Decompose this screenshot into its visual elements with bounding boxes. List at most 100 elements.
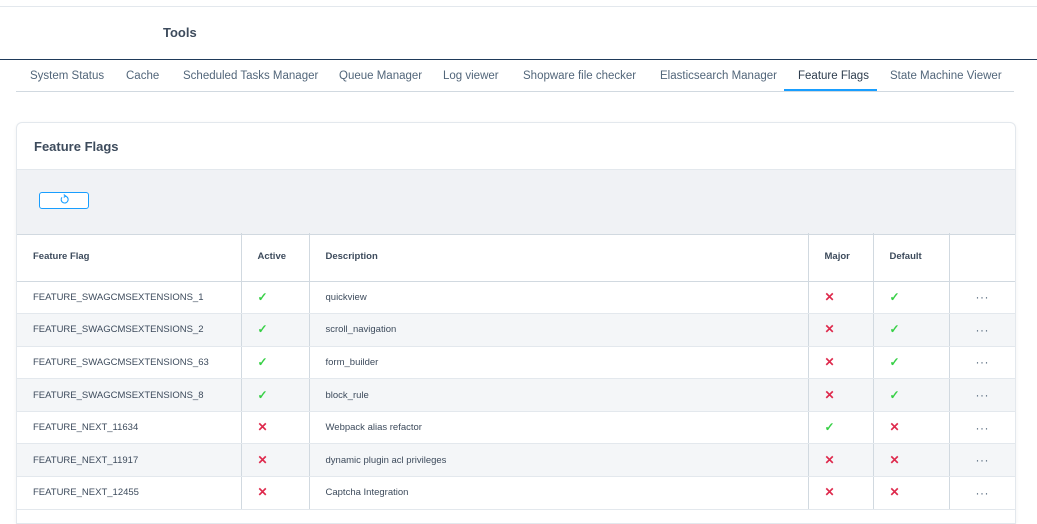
checkmark-icon: ✓	[824, 420, 835, 435]
cell-major: ✕	[808, 313, 874, 347]
cell-active: ✕	[241, 443, 310, 478]
cell-major: ✓	[808, 411, 874, 445]
page-header: Tools	[0, 7, 1037, 60]
cell-description: Captcha Integration	[309, 476, 809, 510]
cell-major: ✕	[808, 281, 874, 315]
table-row: FEATURE_NEXT_11634 ✕ Webpack alias refacto…	[17, 411, 1015, 445]
cell-feature-flag: FEATURE_NEXT_12455	[17, 476, 242, 510]
tab-log-viewer[interactable]: Log viewer	[443, 62, 499, 91]
cell-description: quickview	[309, 281, 809, 315]
context-menu-button[interactable]: ···	[976, 486, 990, 500]
cell-description: scroll_navigation	[309, 313, 809, 347]
cell-active: ✓	[241, 378, 310, 412]
page-title: Tools	[163, 25, 197, 40]
checkmark-icon: ✓	[257, 387, 268, 402]
context-menu-button[interactable]: ···	[976, 421, 990, 435]
cross-icon: ✕	[889, 452, 900, 467]
cell-actions: ···	[948, 281, 1015, 315]
cross-icon: ✕	[824, 354, 835, 369]
table-row: FEATURE_SWAGCMSEXTENSIONS_63 ✓ form_builde…	[17, 346, 1015, 380]
column-header-default[interactable]: Default	[873, 233, 950, 282]
cell-feature-flag: FEATURE_NEXT_11634	[17, 411, 242, 445]
context-menu-button[interactable]: ···	[976, 290, 990, 304]
cross-icon: ✕	[257, 420, 268, 435]
refresh-button[interactable]	[39, 192, 89, 209]
tab-system-status[interactable]: System Status	[30, 62, 104, 91]
cross-icon: ✕	[257, 452, 268, 467]
cell-description: block_rule	[309, 378, 809, 412]
cell-active: ✕	[241, 476, 310, 510]
table-row: FEATURE_NEXT_12455 ✕ Captcha Integration ✕ ✕…	[17, 476, 1015, 510]
cell-default: ✕	[873, 411, 950, 445]
checkmark-icon: ✓	[889, 354, 900, 369]
cell-actions: ···	[948, 313, 1015, 347]
column-header-major[interactable]: Major	[808, 233, 874, 282]
cross-icon: ✕	[824, 322, 835, 337]
cell-feature-flag: FEATURE_NEXT_11917	[17, 443, 242, 478]
tab-cache[interactable]: Cache	[126, 62, 159, 91]
checkmark-icon: ✓	[257, 322, 268, 337]
card-title: Feature Flags	[34, 139, 119, 154]
cell-description: Webpack alias refactor	[309, 411, 809, 445]
cross-icon: ✕	[889, 485, 900, 500]
cell-actions: ···	[948, 378, 1015, 412]
tab-bar: System Status Cache Scheduled Tasks Mana…	[16, 62, 1014, 92]
cell-active: ✓	[241, 313, 310, 347]
table-row: FEATURE_SWAGCMSEXTENSIONS_2 ✓ scroll_navig…	[17, 313, 1015, 347]
context-menu-button[interactable]: ···	[976, 323, 990, 337]
cross-icon: ✕	[824, 289, 835, 304]
cell-default: ✓	[873, 378, 950, 412]
context-menu-button[interactable]: ···	[976, 388, 990, 402]
cell-active: ✓	[241, 346, 310, 380]
cell-major: ✕	[808, 476, 874, 510]
cell-actions: ···	[948, 346, 1015, 380]
checkmark-icon: ✓	[889, 387, 900, 402]
cross-icon: ✕	[889, 420, 900, 435]
feature-flags-table: Feature Flag Active Description Major De…	[17, 233, 1015, 510]
cell-default: ✓	[873, 346, 950, 380]
cell-description: form_builder	[309, 346, 809, 380]
column-header-feature-flag[interactable]: Feature Flag	[17, 233, 242, 282]
cell-active: ✓	[241, 281, 310, 315]
tab-queue-manager[interactable]: Queue Manager	[339, 62, 422, 91]
checkmark-icon: ✓	[257, 354, 268, 369]
cross-icon: ✕	[824, 452, 835, 467]
column-header-description[interactable]: Description	[309, 233, 809, 282]
checkmark-icon: ✓	[889, 322, 900, 337]
cell-feature-flag: FEATURE_SWAGCMSEXTENSIONS_8	[17, 378, 242, 412]
table-header-row: Feature Flag Active Description Major De…	[17, 233, 1015, 282]
context-menu-button[interactable]: ···	[976, 355, 990, 369]
tab-feature-flags[interactable]: Feature Flags	[784, 62, 877, 91]
cross-icon: ✕	[257, 485, 268, 500]
cell-description: dynamic plugin acl privileges	[309, 443, 809, 478]
cross-icon: ✕	[824, 387, 835, 402]
cell-major: ✕	[808, 346, 874, 380]
cell-feature-flag: FEATURE_SWAGCMSEXTENSIONS_2	[17, 313, 242, 347]
column-header-active[interactable]: Active	[241, 233, 310, 282]
tab-elasticsearch-manager[interactable]: Elasticsearch Manager	[660, 62, 777, 91]
cell-default: ✕	[873, 476, 950, 510]
tab-scheduled-tasks-manager[interactable]: Scheduled Tasks Manager	[183, 62, 318, 91]
cell-actions: ···	[948, 443, 1015, 478]
column-header-actions	[948, 233, 1015, 282]
checkmark-icon: ✓	[257, 289, 268, 304]
cell-active: ✕	[241, 411, 310, 445]
refresh-icon	[59, 192, 70, 210]
context-menu-button[interactable]: ···	[976, 453, 990, 467]
cell-feature-flag: FEATURE_SWAGCMSEXTENSIONS_1	[17, 281, 242, 315]
table-row: FEATURE_SWAGCMSEXTENSIONS_1 ✓ quickview ✕ ✓ ·…	[17, 281, 1015, 315]
table-row: FEATURE_NEXT_11917 ✕ dynamic plugin acl pr…	[17, 443, 1015, 478]
table-row: FEATURE_SWAGCMSEXTENSIONS_8 ✓ block_rule ✕ ✓…	[17, 378, 1015, 412]
tab-state-machine-viewer[interactable]: State Machine Viewer	[890, 62, 1002, 91]
cell-default: ✓	[873, 281, 950, 315]
cell-feature-flag: FEATURE_SWAGCMSEXTENSIONS_63	[17, 346, 242, 380]
cell-actions: ···	[948, 411, 1015, 445]
cell-major: ✕	[808, 378, 874, 412]
cell-major: ✕	[808, 443, 874, 478]
card-toolbar	[17, 169, 1015, 235]
checkmark-icon: ✓	[889, 289, 900, 304]
cell-default: ✓	[873, 313, 950, 347]
cell-default: ✕	[873, 443, 950, 478]
tab-shopware-file-checker[interactable]: Shopware file checker	[523, 62, 636, 91]
cell-actions: ···	[948, 476, 1015, 510]
